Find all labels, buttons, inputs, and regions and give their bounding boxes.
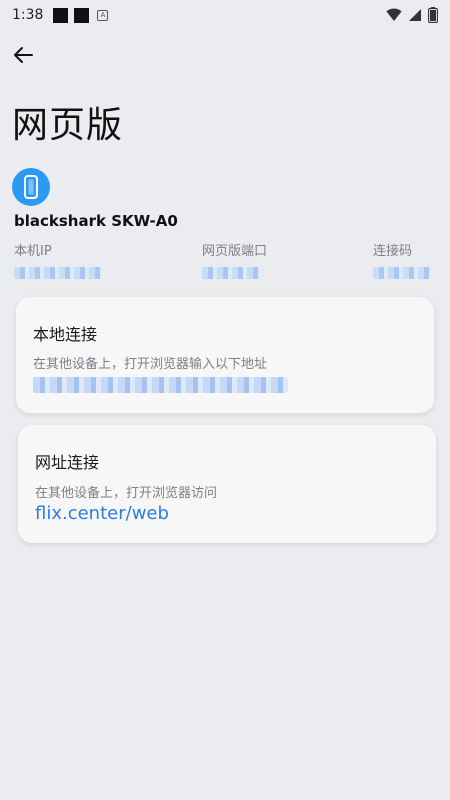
wifi-icon [386, 8, 402, 21]
ip-label: 本机IP [14, 244, 52, 259]
arrow-left-icon [14, 47, 33, 63]
local-card-subtitle: 在其他设备上，打开浏览器输入以下地址 [33, 357, 268, 372]
back-button[interactable] [8, 40, 38, 70]
notification-icon [53, 7, 69, 23]
local-url-redacted[interactable] [33, 377, 288, 393]
local-card-title: 本地连接 [33, 325, 98, 344]
signal-icon [409, 9, 421, 21]
port-info: 网页版端口 [202, 240, 267, 279]
status-bar: 1:38 A [0, 0, 450, 30]
code-label: 连接码 [373, 244, 413, 259]
port-label: 网页版端口 [202, 244, 268, 259]
battery-icon [428, 7, 438, 23]
code-info: 连接码 [373, 240, 431, 279]
page-title: 网页版 [12, 105, 124, 146]
code-value-redacted [373, 267, 431, 279]
port-value-redacted [202, 267, 260, 279]
ip-value-redacted [14, 267, 102, 279]
device-name: blackshark SKW-A0 [14, 212, 178, 230]
status-time: 1:38 [12, 7, 44, 23]
local-connection-card[interactable]: 本地连接 在其他设备上，打开浏览器输入以下地址 [16, 297, 434, 413]
connection-info: 本机IP 网页版端口 连接码 [0, 240, 450, 282]
status-icons [386, 7, 438, 23]
web-card-subtitle: 在其他设备上，打开浏览器访问 [35, 486, 218, 501]
web-connection-card[interactable]: 网址连接 在其他设备上，打开浏览器访问 flix.center/web [18, 425, 436, 543]
phone-icon [12, 168, 50, 206]
ip-info: 本机IP [14, 240, 102, 279]
web-url-link[interactable]: flix.center/web [35, 503, 169, 524]
phone-shape [24, 175, 38, 199]
notification-icon [74, 7, 90, 23]
web-card-title: 网址连接 [35, 453, 100, 472]
notification-a-icon: A [97, 9, 109, 21]
